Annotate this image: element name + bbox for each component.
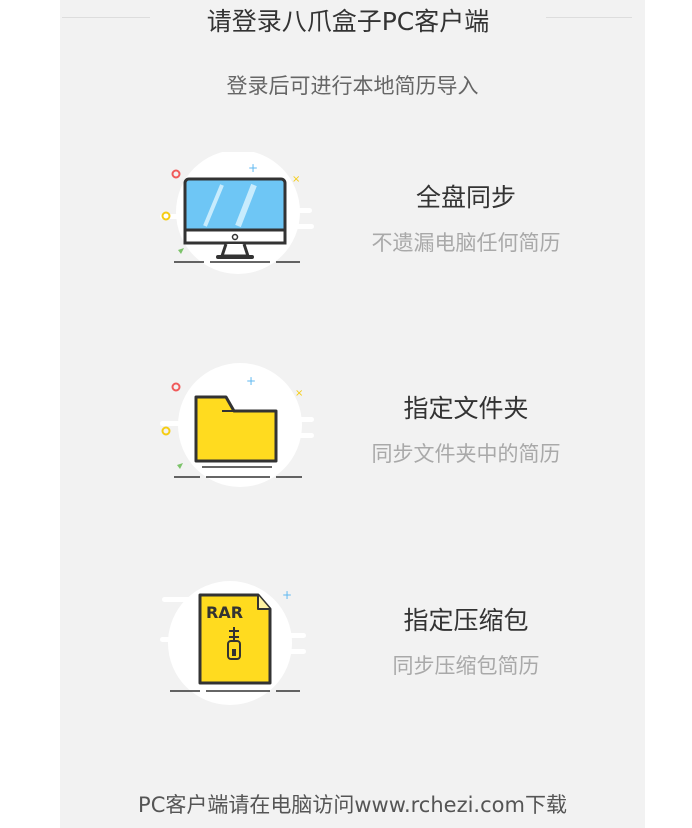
folder-icon: + × — [160, 363, 320, 503]
rar-archive-icon: + RAR — [160, 575, 320, 715]
feature-title: 全盘同步 — [415, 183, 516, 212]
feature-title: 指定压缩包 — [403, 606, 529, 635]
monitor-icon: + × — [160, 150, 320, 292]
feature-folder: + × 指定文件夹 同步文件夹中的简历 — [160, 363, 600, 503]
feature-archive: + RAR 指定压缩包 同步压缩包简历 — [160, 575, 600, 715]
header: 请登录八爪盒子PC客户端 — [0, 0, 692, 40]
svg-text:×: × — [292, 174, 300, 185]
feature-title: 指定文件夹 — [403, 394, 529, 423]
page-subtitle: 登录后可进行本地简历导入 — [226, 74, 479, 98]
feature-full-sync: + × 全盘同步 不遗漏电脑任何简历 — [160, 150, 600, 292]
title-divider-right — [546, 17, 632, 18]
download-hint: PC客户端请在电脑访问www.rchezi.com下载 — [138, 793, 567, 817]
feature-description: 不遗漏电脑任何简历 — [371, 231, 561, 255]
svg-text:×: × — [295, 388, 303, 399]
title-divider-left — [62, 17, 150, 18]
svg-text:+: + — [246, 374, 256, 388]
feature-description: 同步文件夹中的简历 — [371, 442, 561, 466]
svg-text:+: + — [282, 588, 292, 602]
feature-description: 同步压缩包简历 — [392, 654, 540, 678]
rar-badge: RAR — [206, 603, 243, 622]
svg-text:+: + — [248, 161, 258, 175]
page-title: 请登录八爪盒子PC客户端 — [206, 7, 490, 36]
